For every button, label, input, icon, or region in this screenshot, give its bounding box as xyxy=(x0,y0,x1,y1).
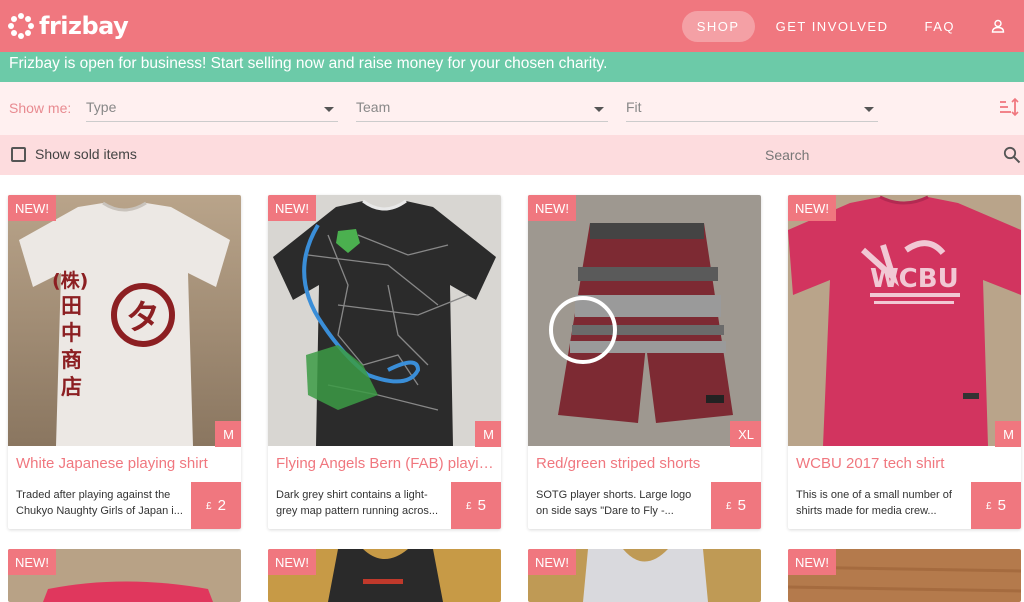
product-description: Dark grey shirt contains a light-grey ma… xyxy=(276,489,439,517)
product-card[interactable]: NEW! xyxy=(788,549,1021,602)
new-badge: NEW! xyxy=(8,549,56,575)
product-description: SOTG player shorts. Large logo on side s… xyxy=(536,489,692,517)
size-badge: M xyxy=(995,421,1021,447)
type-select-label: Type xyxy=(86,99,117,115)
price-badge: £ 5 xyxy=(971,482,1021,529)
main-nav: SHOP GET INVOLVED FAQ xyxy=(676,0,1024,52)
logo-text: frizbay xyxy=(39,12,129,40)
product-image: (株) 田 中 商 店 タ xyxy=(8,195,241,446)
svg-text:中: 中 xyxy=(61,321,82,345)
product-title[interactable]: Red/green striped shorts xyxy=(536,455,754,472)
fit-select-label: Fit xyxy=(626,99,642,115)
product-card[interactable]: NEW! xyxy=(528,549,761,602)
team-select-label: Team xyxy=(356,99,391,115)
new-badge: NEW! xyxy=(268,549,316,575)
team-select[interactable]: Team xyxy=(356,94,608,122)
new-badge: NEW! xyxy=(8,195,56,221)
product-card[interactable]: (株) 田 中 商 店 タ NEW! M White Japanese play… xyxy=(8,195,241,529)
new-badge: NEW! xyxy=(268,195,316,221)
type-select[interactable]: Type xyxy=(86,94,338,122)
price-value: 5 xyxy=(997,497,1006,514)
filter-bar: Show me: Type Team Fit xyxy=(0,82,1024,135)
nav-faq[interactable]: FAQ xyxy=(909,11,970,42)
price-value: 5 xyxy=(477,497,486,514)
product-title[interactable]: WCBU 2017 tech shirt xyxy=(796,455,1014,472)
size-badge: M xyxy=(475,421,501,447)
product-card[interactable]: NEW! xyxy=(268,549,501,602)
user-account-button[interactable] xyxy=(978,6,1018,46)
show-sold-label[interactable]: Show sold items xyxy=(35,146,137,162)
svg-text:WCBU: WCBU xyxy=(870,264,959,294)
chevron-down-icon xyxy=(864,107,874,112)
product-grid: (株) 田 中 商 店 タ NEW! M White Japanese play… xyxy=(0,175,1024,602)
price-badge: £ 5 xyxy=(451,482,501,529)
product-image: WCBU xyxy=(788,195,1021,446)
currency-symbol: £ xyxy=(206,501,212,512)
price-value: 2 xyxy=(217,497,226,514)
search-input[interactable] xyxy=(765,145,995,165)
svg-text:田: 田 xyxy=(61,294,82,318)
svg-text:店: 店 xyxy=(61,375,82,399)
frizbay-logo[interactable]: frizbay xyxy=(8,10,129,42)
new-badge: NEW! xyxy=(788,195,836,221)
top-nav-bar: frizbay SHOP GET INVOLVED FAQ xyxy=(0,0,1024,52)
price-badge: £ 2 xyxy=(191,482,241,529)
fit-select[interactable]: Fit xyxy=(626,94,878,122)
product-card[interactable]: NEW! xyxy=(8,549,241,602)
show-sold-checkbox[interactable] xyxy=(11,147,26,162)
currency-symbol: £ xyxy=(466,501,472,512)
new-badge: NEW! xyxy=(788,549,836,575)
size-badge: M xyxy=(215,421,241,447)
product-card[interactable]: WCBU NEW! M WCBU 2017 tech shirt This is… xyxy=(788,195,1021,529)
product-card[interactable]: NEW! XL Red/green striped shorts SOTG pl… xyxy=(528,195,761,529)
sort-icon[interactable] xyxy=(999,97,1019,117)
price-badge: £ 5 xyxy=(711,482,761,529)
product-card[interactable]: NEW! M Flying Angels Bern (FAB) playing … xyxy=(268,195,501,529)
product-description: This is one of a small number of shirts … xyxy=(796,489,952,517)
chevron-down-icon xyxy=(594,107,604,112)
new-badge: NEW! xyxy=(528,549,576,575)
product-title[interactable]: Flying Angels Bern (FAB) playing shirt xyxy=(276,455,494,472)
frizbay-logo-icon xyxy=(8,13,34,39)
product-image xyxy=(528,195,761,446)
nav-shop[interactable]: SHOP xyxy=(681,10,755,42)
show-me-label: Show me: xyxy=(9,100,72,116)
nav-get-involved[interactable]: GET INVOLVED xyxy=(761,11,904,42)
svg-text:タ: タ xyxy=(126,298,160,338)
search-icon[interactable] xyxy=(1003,146,1021,164)
product-description: Traded after playing against the Chukyo … xyxy=(16,489,183,517)
chevron-down-icon xyxy=(324,107,334,112)
announcement-banner: Frizbay is open for business! Start sell… xyxy=(0,52,1024,82)
currency-symbol: £ xyxy=(986,501,992,512)
currency-symbol: £ xyxy=(726,501,732,512)
product-image xyxy=(268,195,501,446)
svg-text:商: 商 xyxy=(61,348,82,372)
user-icon xyxy=(991,19,1005,33)
new-badge: NEW! xyxy=(528,195,576,221)
product-title[interactable]: White Japanese playing shirt xyxy=(16,455,234,472)
svg-text:(株): (株) xyxy=(52,269,88,292)
price-value: 5 xyxy=(737,497,746,514)
size-badge: XL xyxy=(730,421,761,447)
